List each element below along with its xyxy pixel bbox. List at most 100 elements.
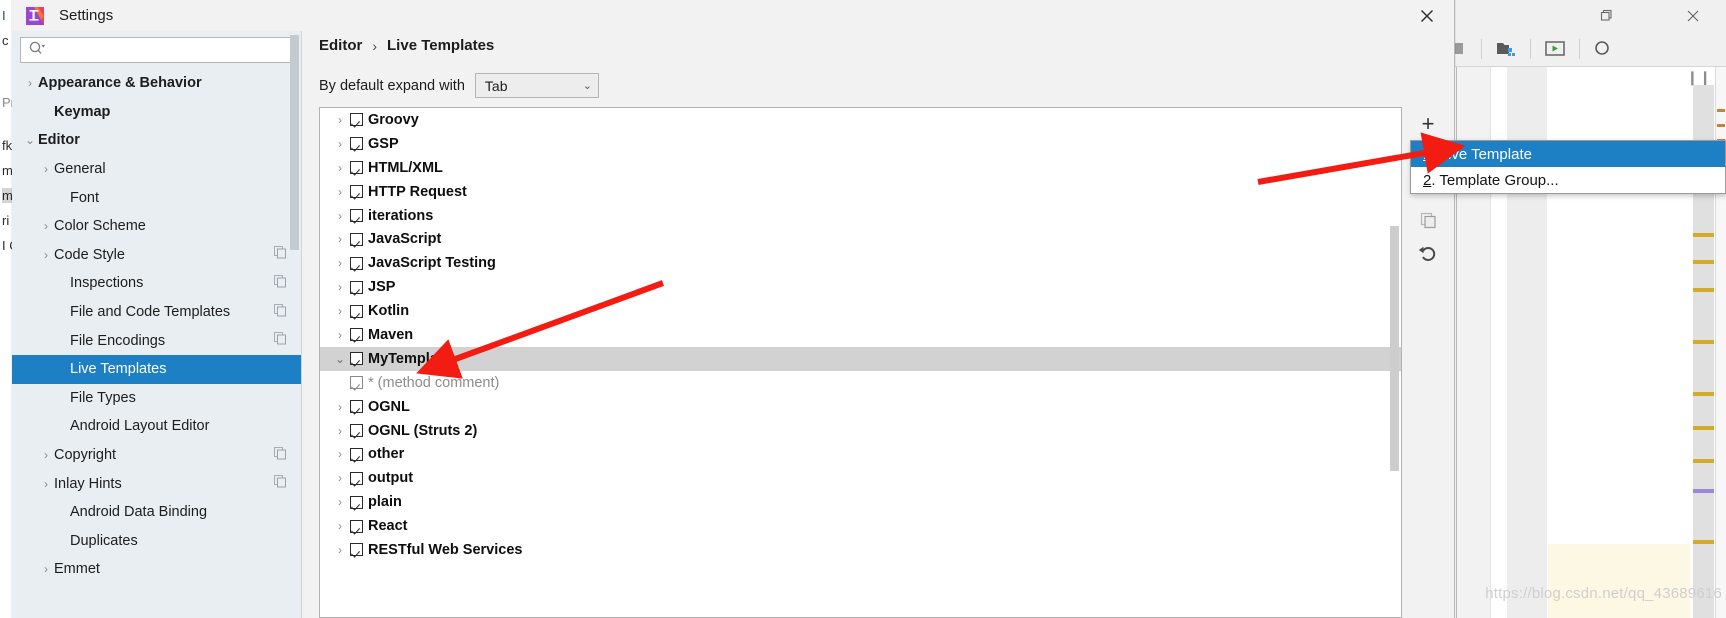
ide-close-button[interactable] [1670,0,1716,31]
template-row[interactable]: › HTML/XML [320,156,1401,180]
template-row[interactable]: › OGNL (Struts 2) [320,419,1401,443]
add-template-button[interactable]: + [1406,107,1450,141]
ide-project-item[interactable]: c [2,33,9,48]
popup-menu-item[interactable]: 1. Live Template [1411,141,1725,167]
chevron-right-icon[interactable]: › [330,400,350,414]
sidebar-item-file-types[interactable]: File Types [12,384,301,413]
chevron-right-icon[interactable]: › [330,447,350,461]
chevron-right-icon[interactable]: › [330,280,350,294]
chevron-right-icon[interactable]: › [330,232,350,246]
template-row[interactable]: › other [320,442,1401,466]
checkbox[interactable] [350,304,363,318]
template-row[interactable]: › output [320,466,1401,490]
checkbox[interactable] [350,424,363,438]
chevron-right-icon[interactable]: › [330,113,350,127]
sidebar-item-copyright[interactable]: › Copyright [12,441,301,470]
project-structure-icon[interactable] [1491,36,1521,62]
checkbox[interactable] [350,137,363,151]
editor-marker[interactable] [1693,288,1714,292]
breadcrumb-parent[interactable]: Editor [319,37,362,54]
ide-project-item[interactable]: ri [2,213,9,228]
sidebar-item-emmet[interactable]: › Emmet [12,555,301,584]
chevron-right-icon[interactable]: › [330,495,350,509]
chevron-right-icon[interactable]: › [330,471,350,485]
sidebar-item-appearance-behavior[interactable]: › Appearance & Behavior [12,69,301,98]
template-row[interactable]: › Kotlin [320,299,1401,323]
run-icon[interactable] [1540,36,1570,62]
expand-with-select[interactable]: Tab ⌄ [474,73,599,98]
checkbox[interactable] [350,376,363,390]
chevron-right-icon[interactable]: › [330,424,350,438]
popup-menu-item[interactable]: 2. Template Group... [1411,167,1725,193]
template-row[interactable]: › HTTP Request [320,180,1401,204]
chevron-right-icon[interactable]: › [330,304,350,318]
template-row[interactable]: › JSP [320,275,1401,299]
template-row[interactable]: * (method comment) [320,371,1401,395]
chevron-right-icon[interactable]: › [330,185,350,199]
editor-marker[interactable] [1693,426,1714,430]
checkbox[interactable] [350,447,363,461]
search-input[interactable] [52,42,292,58]
search-box[interactable] [20,37,293,63]
template-row[interactable]: › Maven [320,323,1401,347]
checkbox[interactable] [350,495,363,509]
template-row[interactable]: ⌄ MyTemplate [320,346,1401,371]
sidebar-item-general[interactable]: › General [12,155,301,184]
checkbox[interactable] [350,185,363,199]
editor-marker[interactable] [1693,233,1714,237]
ide-project-item[interactable]: I [2,8,6,23]
tree-scrollbar-thumb[interactable] [1390,226,1399,471]
sidebar-scrollbar-thumb[interactable] [290,35,299,250]
sidebar-item-color-scheme[interactable]: › Color Scheme [12,212,301,241]
chevron-right-icon[interactable]: › [330,209,350,223]
live-templates-tree[interactable]: › Groovy › GSP › HTML/XML › HTTP Request › iterat… [319,107,1402,618]
sidebar-item-file-and-code-templates[interactable]: File and Code Templates [12,298,301,327]
search-everywhere-icon[interactable] [1589,36,1619,62]
chevron-right-icon[interactable]: › [330,543,350,557]
sidebar-item-inspections[interactable]: Inspections [12,269,301,298]
editor-marker[interactable] [1693,459,1714,463]
sidebar-item-live-templates[interactable]: Live Templates [12,354,301,384]
ide-project-item[interactable]: fk [2,138,12,153]
editor-marker[interactable] [1693,340,1714,344]
template-row[interactable]: › RESTful Web Services [320,538,1401,562]
sidebar-item-android-data-binding[interactable]: Android Data Binding [12,498,301,527]
checkbox[interactable] [350,256,363,270]
chevron-right-icon[interactable]: › [330,256,350,270]
template-row[interactable]: › JavaScript [320,227,1401,251]
chevron-right-icon[interactable]: › [330,161,350,175]
checkbox[interactable] [350,280,363,294]
checkbox[interactable] [350,232,363,246]
dialog-close-button[interactable] [1406,0,1448,31]
template-row[interactable]: › JavaScript Testing [320,251,1401,275]
sidebar-item-editor[interactable]: ⌄ Editor [12,126,301,155]
editor-marker[interactable] [1693,260,1714,264]
checkbox[interactable] [350,519,363,533]
editor-marker[interactable] [1693,489,1714,493]
chevron-right-icon[interactable]: › [330,519,350,533]
sidebar-item-code-style[interactable]: › Code Style [12,241,301,270]
checkbox[interactable] [350,543,363,557]
chevron-down-icon[interactable]: ⌄ [330,352,350,366]
copy-template-button[interactable] [1406,203,1450,237]
sidebar-item-duplicates[interactable]: Duplicates [12,527,301,556]
template-row[interactable]: › Groovy [320,108,1401,132]
template-row[interactable]: › plain [320,490,1401,514]
sidebar-item-file-encodings[interactable]: File Encodings [12,326,301,355]
sidebar-item-font[interactable]: Font [12,183,301,212]
template-row[interactable]: › iterations [320,204,1401,228]
editor-marker[interactable] [1693,540,1714,544]
sidebar-item-inlay-hints[interactable]: › Inlay Hints [12,469,301,498]
settings-category-tree[interactable]: › Appearance & Behavior Keymap ⌄ Editor › Gene… [12,69,301,618]
chevron-right-icon[interactable]: › [330,137,350,151]
checkbox[interactable] [350,328,363,342]
revert-template-button[interactable] [1406,237,1450,271]
checkbox[interactable] [350,113,363,127]
template-row[interactable]: › React [320,514,1401,538]
checkbox[interactable] [350,471,363,485]
ide-restore-button[interactable] [1584,0,1630,31]
checkbox[interactable] [350,209,363,222]
template-row[interactable]: › GSP [320,132,1401,156]
chevron-right-icon[interactable]: › [330,328,350,342]
checkbox[interactable] [350,400,363,414]
